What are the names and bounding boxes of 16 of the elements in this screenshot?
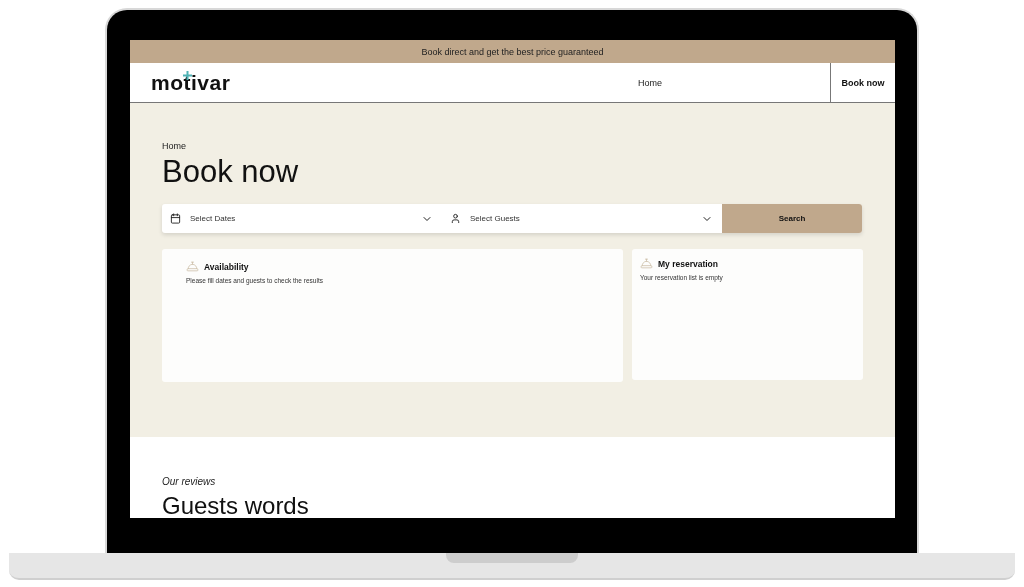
- page-title: Book now: [162, 153, 300, 191]
- card-title: Availability: [204, 261, 249, 272]
- bell-icon: [640, 257, 653, 271]
- card-title: My reservation: [658, 258, 718, 269]
- bell-icon: [186, 260, 199, 274]
- calendar-icon: [170, 213, 181, 225]
- nav-link[interactable]: Home: [638, 77, 662, 88]
- logo[interactable]: motivar: [151, 72, 231, 93]
- breadcrumb[interactable]: Home: [162, 141, 863, 151]
- search-button[interactable]: Search: [722, 204, 862, 234]
- promo-banner: Book direct and get the best price guaranteed: [130, 40, 895, 63]
- dates-field[interactable]: Select Dates: [188, 213, 414, 225]
- section-eyebrow: Our reviews: [162, 476, 217, 487]
- user-icon: [450, 213, 461, 225]
- guests-field[interactable]: Select Guests: [468, 213, 694, 225]
- section-title: Guests words: [162, 494, 310, 518]
